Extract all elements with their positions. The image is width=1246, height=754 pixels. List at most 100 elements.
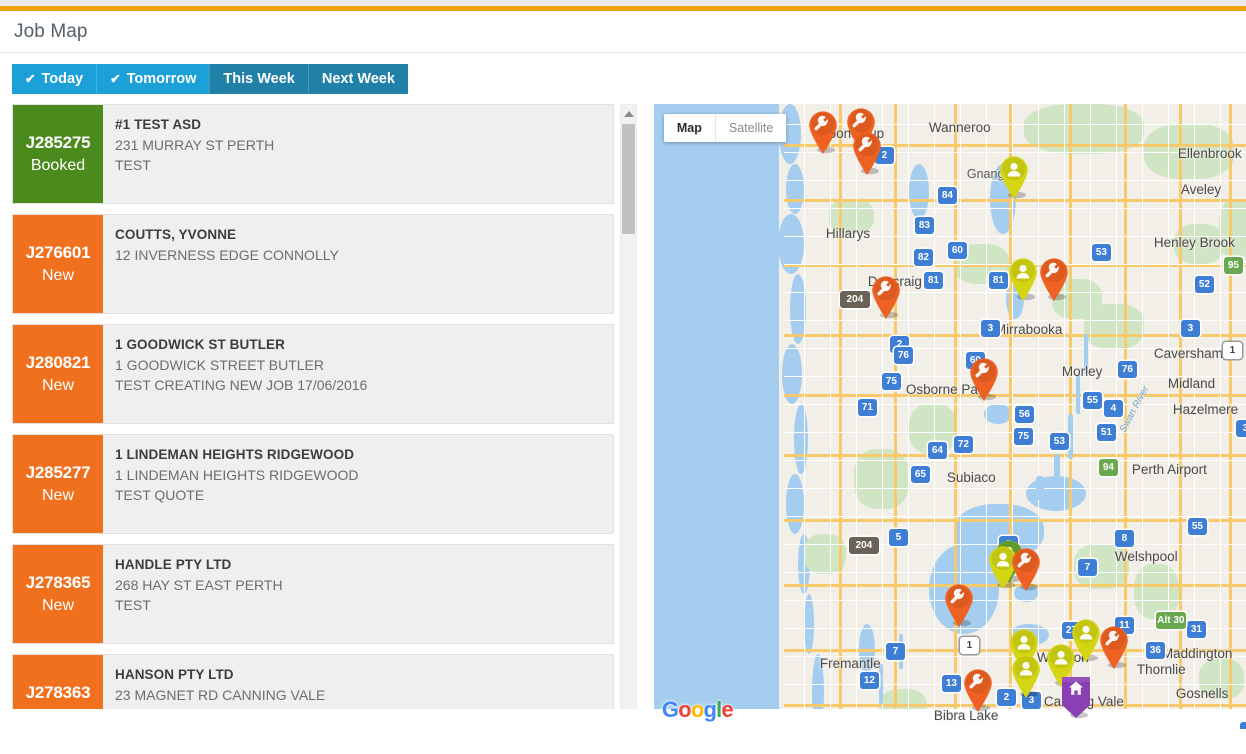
filter-button-next-week[interactable]: Next Week bbox=[308, 64, 408, 94]
map-marker-home[interactable] bbox=[1059, 674, 1093, 720]
map-place-label: Mirrabooka bbox=[995, 322, 1063, 337]
job-status-label: New bbox=[42, 595, 74, 617]
job-status-label: New bbox=[42, 375, 74, 397]
map-road bbox=[784, 519, 1246, 522]
map-coast bbox=[786, 164, 804, 214]
map-road-shield: 55 bbox=[1083, 392, 1102, 409]
map-road-shield: 1 bbox=[1223, 342, 1242, 359]
map-place-label: Caversham bbox=[1154, 346, 1223, 361]
map-place-label: Ellenbrook bbox=[1178, 146, 1242, 161]
scroll-up-button[interactable] bbox=[621, 105, 636, 122]
map-road-shield: 36 bbox=[1146, 642, 1165, 659]
map-river bbox=[1054, 454, 1060, 484]
job-status-label: New bbox=[42, 485, 74, 507]
map-place-label: Fremantle bbox=[820, 656, 881, 671]
map-marker-person[interactable] bbox=[1009, 653, 1043, 699]
map-river bbox=[1036, 476, 1044, 500]
map-marker-wrench[interactable] bbox=[961, 667, 995, 713]
map-place-label: Welshpool bbox=[1115, 549, 1178, 564]
job-title: #1 TEST ASD bbox=[115, 115, 601, 135]
job-card[interactable]: J280821New1 GOODWICK ST BUTLER1 GOODWICK… bbox=[12, 324, 614, 424]
map-street bbox=[1168, 104, 1169, 729]
google-logo-letter: e bbox=[721, 697, 732, 722]
check-icon: ✔ bbox=[25, 73, 35, 86]
map-place-label: Wanneroo bbox=[929, 120, 991, 135]
map-road-shield: 75 bbox=[1014, 428, 1033, 445]
job-id: J285275 bbox=[26, 132, 91, 155]
main-panel: Job Map ✔Today✔TomorrowThis WeekNext Wee… bbox=[0, 11, 1246, 743]
map-type-map-button[interactable]: Map bbox=[664, 114, 715, 142]
job-card[interactable]: J276601NewCOUTTS, YVONNE12 INVERNESS EDG… bbox=[12, 214, 614, 314]
map-road-shield: 95 bbox=[1224, 257, 1243, 274]
filter-button-label: This Week bbox=[223, 71, 294, 87]
job-status-badge: J280821New bbox=[13, 325, 103, 423]
job-address: 12 INVERNESS EDGE CONNOLLY bbox=[115, 245, 601, 265]
job-details: HANDLE PTY LTD268 HAY ST EAST PERTHTEST bbox=[103, 545, 613, 643]
job-address: 1 GOODWICK STREET BUTLER bbox=[115, 355, 601, 375]
map-road-shield: 84 bbox=[938, 187, 957, 204]
filter-button-this-week[interactable]: This Week bbox=[209, 64, 307, 94]
job-address: 231 MURRAY ST PERTH bbox=[115, 135, 601, 155]
map-road-shield: 8 bbox=[1115, 530, 1134, 547]
map-road-shield: 1 bbox=[960, 637, 979, 654]
content-area: J285275Booked#1 TEST ASD231 MURRAY ST PE… bbox=[0, 104, 1246, 729]
job-card[interactable]: J285275Booked#1 TEST ASD231 MURRAY ST PE… bbox=[12, 104, 614, 204]
date-filter-button-group: ✔Today✔TomorrowThis WeekNext Week bbox=[12, 64, 408, 94]
job-list-scrollbar[interactable] bbox=[620, 104, 637, 729]
map-street bbox=[1142, 104, 1143, 729]
map-street bbox=[784, 320, 1246, 321]
map-road bbox=[784, 394, 1246, 397]
job-card[interactable]: J278365NewHANDLE PTY LTD268 HAY ST EAST … bbox=[12, 544, 614, 644]
map-street bbox=[784, 600, 1246, 601]
map-canvas[interactable]: JoondalupWannerooEllenbrookAveleyGnangar… bbox=[654, 104, 1246, 729]
google-logo-letter: o bbox=[691, 697, 704, 722]
map-road-shield: 7 bbox=[1078, 559, 1097, 576]
job-status-badge: J276601New bbox=[13, 215, 103, 313]
map-type-satellite-button[interactable]: Satellite bbox=[715, 114, 786, 142]
map-street bbox=[960, 104, 961, 729]
map-road-shield: 7 bbox=[886, 643, 905, 660]
map-road-shield: 12 bbox=[860, 672, 879, 689]
map-marker-person[interactable] bbox=[997, 154, 1031, 200]
map-road-shield: 13 bbox=[942, 675, 961, 692]
job-details: COUTTS, YVONNE12 INVERNESS EDGE CONNOLLY bbox=[103, 215, 613, 313]
map-type-control: MapSatellite bbox=[664, 114, 786, 142]
job-list[interactable]: J285275Booked#1 TEST ASD231 MURRAY ST PE… bbox=[12, 104, 614, 729]
map-road-shield: 3 bbox=[1236, 420, 1246, 437]
map-marker-wrench[interactable] bbox=[806, 109, 840, 155]
map-marker-person[interactable] bbox=[1006, 256, 1040, 302]
map-road-shield: 52 bbox=[1195, 276, 1214, 293]
map-coast bbox=[804, 594, 814, 654]
map-road-shield: 60 bbox=[948, 242, 967, 259]
map-place-label: Hillarys bbox=[826, 226, 870, 241]
filter-button-tomorrow[interactable]: ✔Tomorrow bbox=[96, 64, 209, 94]
page-title: Job Map bbox=[14, 21, 88, 43]
map-marker-wrench[interactable] bbox=[1037, 256, 1071, 302]
map-place-label: Subiaco bbox=[947, 470, 996, 485]
job-id: J280821 bbox=[26, 352, 91, 375]
job-title: COUTTS, YVONNE bbox=[115, 225, 601, 245]
map-marker-wrench[interactable] bbox=[1097, 624, 1131, 670]
job-id: J276601 bbox=[26, 242, 91, 265]
map-road-shield: 72 bbox=[954, 436, 973, 453]
scrollbar-thumb[interactable] bbox=[622, 124, 635, 234]
job-id: J278363 bbox=[26, 682, 91, 705]
map-road-shield: 31 bbox=[1187, 621, 1206, 638]
map-marker-wrench[interactable] bbox=[967, 356, 1001, 402]
map-place-label: Hazelmere bbox=[1173, 402, 1238, 417]
map-road bbox=[784, 454, 1246, 457]
google-logo-letter: g bbox=[703, 697, 716, 722]
map-street bbox=[784, 488, 1246, 489]
map-container[interactable]: JoondalupWannerooEllenbrookAveleyGnangar… bbox=[654, 104, 1246, 729]
map-marker-wrench[interactable] bbox=[850, 130, 884, 176]
map-road-shield: 76 bbox=[894, 347, 913, 364]
job-card[interactable]: J285277New1 LINDEMAN HEIGHTS RIDGEWOOD1 … bbox=[12, 434, 614, 534]
map-marker-wrench[interactable] bbox=[1009, 546, 1043, 592]
map-marker-wrench[interactable] bbox=[869, 274, 903, 320]
filter-button-today[interactable]: ✔Today bbox=[12, 64, 96, 94]
google-logo: Google bbox=[662, 697, 733, 723]
map-marker-wrench[interactable] bbox=[942, 582, 976, 628]
filter-button-label: Tomorrow bbox=[127, 71, 197, 87]
map-road-shield: 204 bbox=[849, 537, 879, 554]
map-road-shield: 53 bbox=[1050, 433, 1069, 450]
